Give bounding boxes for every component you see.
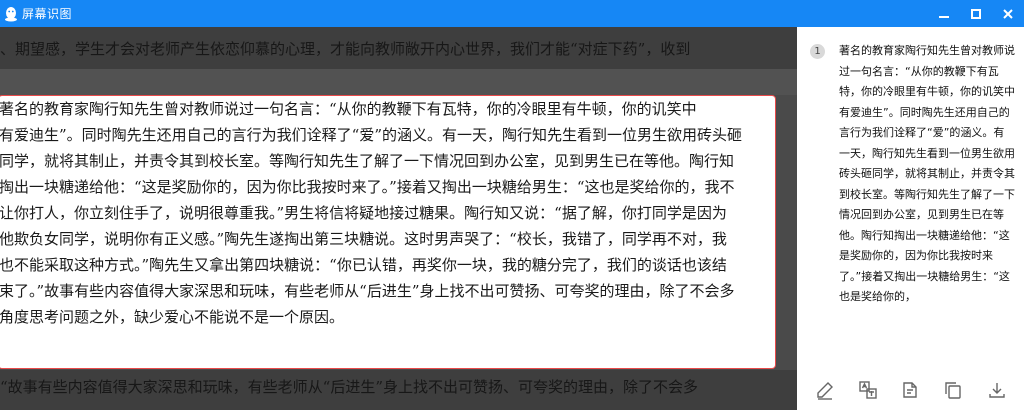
result-panel: 1 著名的教育家陶行知先生曾对教师说过一句名言：“从你的教鞭下有瓦特，你的冷眼里…	[797, 27, 1024, 410]
document-convert-button[interactable]	[899, 381, 921, 403]
selected-line: 有爱迪生”。同时陶先生还用自己的言行为我们诠释了“爱”的涵义。有一天，陶行知先生…	[0, 126, 743, 144]
edit-icon	[815, 380, 835, 404]
title-bar: 屏幕识图	[0, 0, 1024, 27]
maximize-icon	[971, 4, 981, 23]
minimize-icon	[939, 4, 949, 23]
window-controls	[928, 0, 1024, 27]
selected-line: 也不能采取这种方式。”陶先生又拿出第四块糖说：“你已认错，再奖你一块，我的糖分完…	[0, 256, 727, 274]
selection-box[interactable]: 著名的教育家陶行知先生曾对教师说过一句名言：“从你的教鞭下有瓦特，你的冷眼里有牛…	[0, 95, 776, 369]
selected-line: 著名的教育家陶行知先生曾对教师说过一句名言：“从你的教鞭下有瓦特，你的冷眼里有牛…	[0, 100, 697, 118]
selected-line: 让你打人，你立刻住手了，说明很尊重我。”男生将信将疑地接过糖果。陶行知又说：“据…	[0, 204, 727, 222]
result-index-badge: 1	[810, 44, 825, 59]
close-button[interactable]	[992, 0, 1024, 27]
preview-divider	[0, 69, 797, 95]
qq-penguin-icon	[4, 6, 18, 22]
document-convert-icon	[900, 380, 920, 404]
screenshot-preview: 、期望感，学生才会对老师产生依恋仰慕的心理，才能向教师敞开内心世界，我们才能“对…	[0, 27, 797, 410]
selected-line: 他欺负女同学，说明你有正义感。”陶先生遂掏出第三块糖说。这时男声哭了：“校长，我…	[0, 230, 727, 248]
maximize-button[interactable]	[960, 0, 992, 27]
minimize-button[interactable]	[928, 0, 960, 27]
window-title: 屏幕识图	[22, 7, 73, 21]
copy-button[interactable]	[942, 381, 964, 403]
translate-icon	[858, 380, 878, 404]
selected-line: 掏出一块糖递给他：“这是奖励你的，因为你比我按时来了。”接着又掏出一块糖给男生：…	[0, 178, 735, 196]
translate-button[interactable]	[857, 381, 879, 403]
selected-line: 角度思考问题之外，缺少爱心不能说不是一个原因。	[0, 308, 345, 326]
close-icon	[1003, 4, 1013, 23]
preview-top-text: 、期望感，学生才会对老师产生依恋仰慕的心理，才能向教师敞开内心世界，我们才能“对…	[0, 27, 797, 69]
download-icon	[987, 380, 1007, 404]
result-toolbar	[797, 370, 1024, 410]
selected-line: 同学，就将其制止，并责令其到校长室。等陶行知先生了解了一下情况回到办公室，见到男…	[0, 152, 735, 170]
copy-icon	[943, 380, 963, 404]
edit-button[interactable]	[814, 381, 836, 403]
selected-line: 束了。”故事有些内容值得大家深思和玩味，有些老师从“后进生”身上找不出可赞扬、可…	[0, 282, 735, 300]
download-button[interactable]	[986, 381, 1008, 403]
result-text[interactable]: 著名的教育家陶行知先生曾对教师说过一句名言：“从你的教鞭下有瓦特，你的冷眼里有牛…	[839, 41, 1015, 308]
preview-bottom-text: “故事有些内容值得大家深思和玩味，有些老师从“后进生”身上找不出可赞扬、可夸奖的…	[0, 370, 797, 410]
